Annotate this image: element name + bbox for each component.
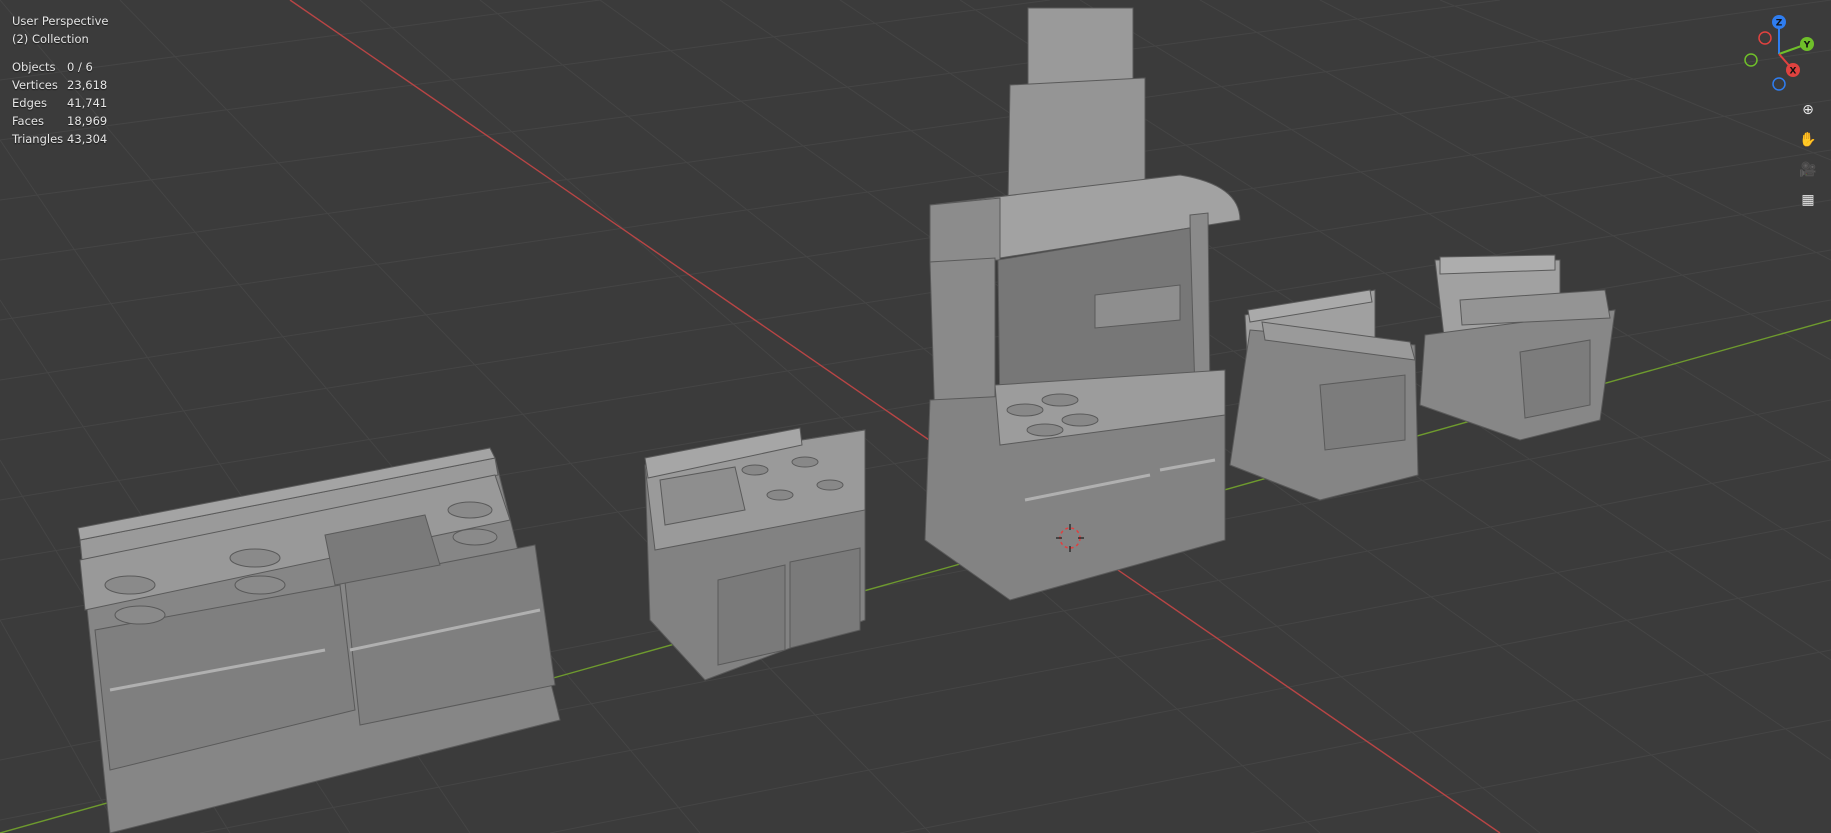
camera-icon[interactable]: 🎥	[1795, 158, 1821, 182]
stat-value: 0 / 6	[67, 60, 93, 74]
viewport-navigation-tools: ⊕ ✋ 🎥 ▦	[1795, 98, 1821, 212]
stat-label: Objects	[12, 60, 56, 74]
stat-value: 18,969	[67, 114, 108, 128]
hand-pan-icon[interactable]: ✋	[1795, 128, 1821, 152]
range-small[interactable]	[644, 427, 866, 681]
stat-value: 43,304	[67, 132, 108, 146]
gizmo-neg-x[interactable]	[1758, 31, 1772, 45]
collection-name: (2) Collection	[12, 32, 89, 46]
gizmo-x-axis[interactable]: X	[1786, 63, 1800, 77]
stat-value: 41,741	[67, 96, 108, 110]
gizmo-neg-y[interactable]	[1744, 53, 1758, 67]
view-name: User Perspective	[12, 14, 109, 28]
range-with-hood[interactable]	[924, 7, 1241, 601]
scene-statistics: Objects 0 / 6 Vertices 23,618 Edges 41,7…	[12, 58, 108, 148]
stat-label: Vertices	[12, 78, 58, 92]
stat-value: 23,618	[67, 78, 108, 92]
zoom-icon[interactable]: ⊕	[1795, 98, 1821, 122]
gizmo-y-axis[interactable]: Y	[1800, 37, 1814, 51]
stat-row-triangles: Triangles 43,304	[12, 130, 108, 148]
3d-viewport[interactable]: User Perspective (2) Collection Objects …	[0, 0, 1831, 833]
range-rear[interactable]	[1419, 254, 1616, 441]
stat-label: Edges	[12, 96, 47, 110]
stat-row-edges: Edges 41,741	[12, 94, 108, 112]
oven-compact[interactable]	[1229, 289, 1419, 501]
stat-label: Triangles	[12, 132, 64, 146]
range-large[interactable]	[77, 447, 561, 833]
viewport-info-overlay: User Perspective (2) Collection Objects …	[12, 12, 108, 148]
navigation-gizmo[interactable]: Z Y X	[1739, 12, 1819, 92]
gizmo-y-label: Y	[1803, 41, 1811, 51]
gizmo-z-axis[interactable]: Z	[1772, 15, 1786, 29]
stat-row-faces: Faces 18,969	[12, 112, 108, 130]
gizmo-x-label: X	[1790, 67, 1797, 77]
gizmo-z-label: Z	[1776, 19, 1783, 29]
stat-row-vertices: Vertices 23,618	[12, 76, 108, 94]
stat-row-objects: Objects 0 / 6	[12, 58, 108, 76]
viewport-scene[interactable]	[0, 0, 1831, 833]
stat-label: Faces	[12, 114, 44, 128]
gizmo-neg-z[interactable]	[1772, 77, 1786, 91]
grid-perspective-icon[interactable]: ▦	[1795, 188, 1821, 212]
